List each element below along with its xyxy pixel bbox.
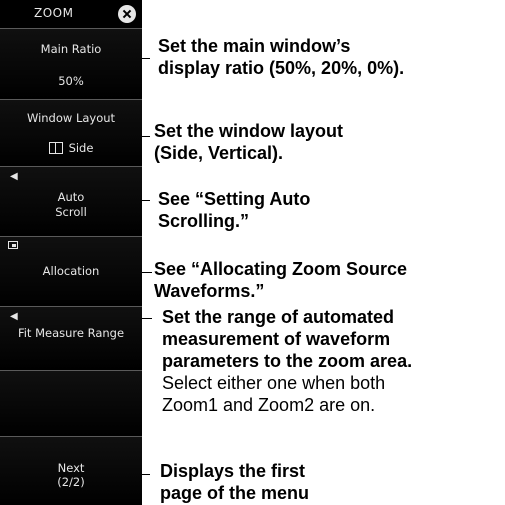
annotation-line: Set the main window’s [158,36,351,56]
allocation-button[interactable]: Allocation [0,236,142,306]
fit-measure-range-button[interactable]: ◀ Fit Measure Range [0,306,142,370]
window-layout-button[interactable]: Window Layout Side [0,99,142,166]
annotation-line: See “Setting Auto [158,189,311,209]
annotation-line: Displays the first [160,461,306,481]
annotation-main-ratio: Set the main window’s display ratio (50%… [158,35,404,79]
annotation-next: Displays the first page of the menu [160,460,309,504]
window-layout-value: Side [68,141,94,155]
connector-line [142,136,150,137]
menu-title: ZOOM [34,6,74,20]
empty-softkey [0,370,142,436]
close-icon[interactable] [118,5,136,23]
annotation-line: Waveforms.” [154,281,265,301]
annotation-line: (Side, Vertical). [154,143,284,163]
connector-line [142,272,152,273]
auto-scroll-line2: Scroll [55,205,87,219]
window-layout-label: Window Layout [26,111,116,125]
annotation-line: Set the range of automated [162,307,395,327]
annotation-line: See “Allocating Zoom Source [154,259,408,279]
annotation-line: Set the window layout [154,121,344,141]
triangle-left-icon: ◀ [10,171,18,182]
annotation-allocation: See “Allocating Zoom Source Waveforms.” [154,258,407,302]
auto-scroll-button[interactable]: ◀ Auto Scroll [0,166,142,236]
annotation-line: measurement of waveform [162,329,391,349]
next-page-button[interactable]: Next (2/2) [0,436,142,505]
main-ratio-button[interactable]: Main Ratio 50% [0,28,142,99]
connector-line [142,318,152,319]
annotation-window-layout: Set the window layout (Side, Vertical). [154,120,343,164]
annotation-line: display ratio (50%, 20%, 0%). [158,58,405,78]
window-layout-value-row: Side [0,141,142,155]
menu-title-bar: ZOOM [0,0,142,28]
annotation-line: parameters to the zoom area. [162,351,413,371]
connector-line [142,474,150,475]
annotation-line: page of the menu [160,483,310,503]
main-ratio-label: Main Ratio [40,42,102,56]
annotation-fit-measure: Set the range of automated measurement o… [162,306,412,416]
fit-measure-range-label: Fit Measure Range [17,326,125,340]
main-ratio-value: 50% [58,74,84,88]
annotation-note-line: Zoom1 and Zoom2 are on. [162,395,376,415]
allocation-label: Allocation [42,264,100,278]
zoom-menu-panel: ZOOM Main Ratio 50% Window Layout Side ◀… [0,0,142,505]
auto-scroll-line1: Auto [57,190,85,204]
annotation-auto-scroll: See “Setting Auto Scrolling.” [158,188,310,232]
annotation-note-line: Select either one when both [162,373,386,393]
connector-line [142,200,150,201]
next-line2: (2/2) [57,475,85,489]
side-layout-icon [48,142,63,154]
allocation-icon [8,241,18,249]
connector-line [142,58,150,59]
triangle-left-icon: ◀ [10,311,18,322]
annotation-line: Scrolling.” [158,211,250,231]
